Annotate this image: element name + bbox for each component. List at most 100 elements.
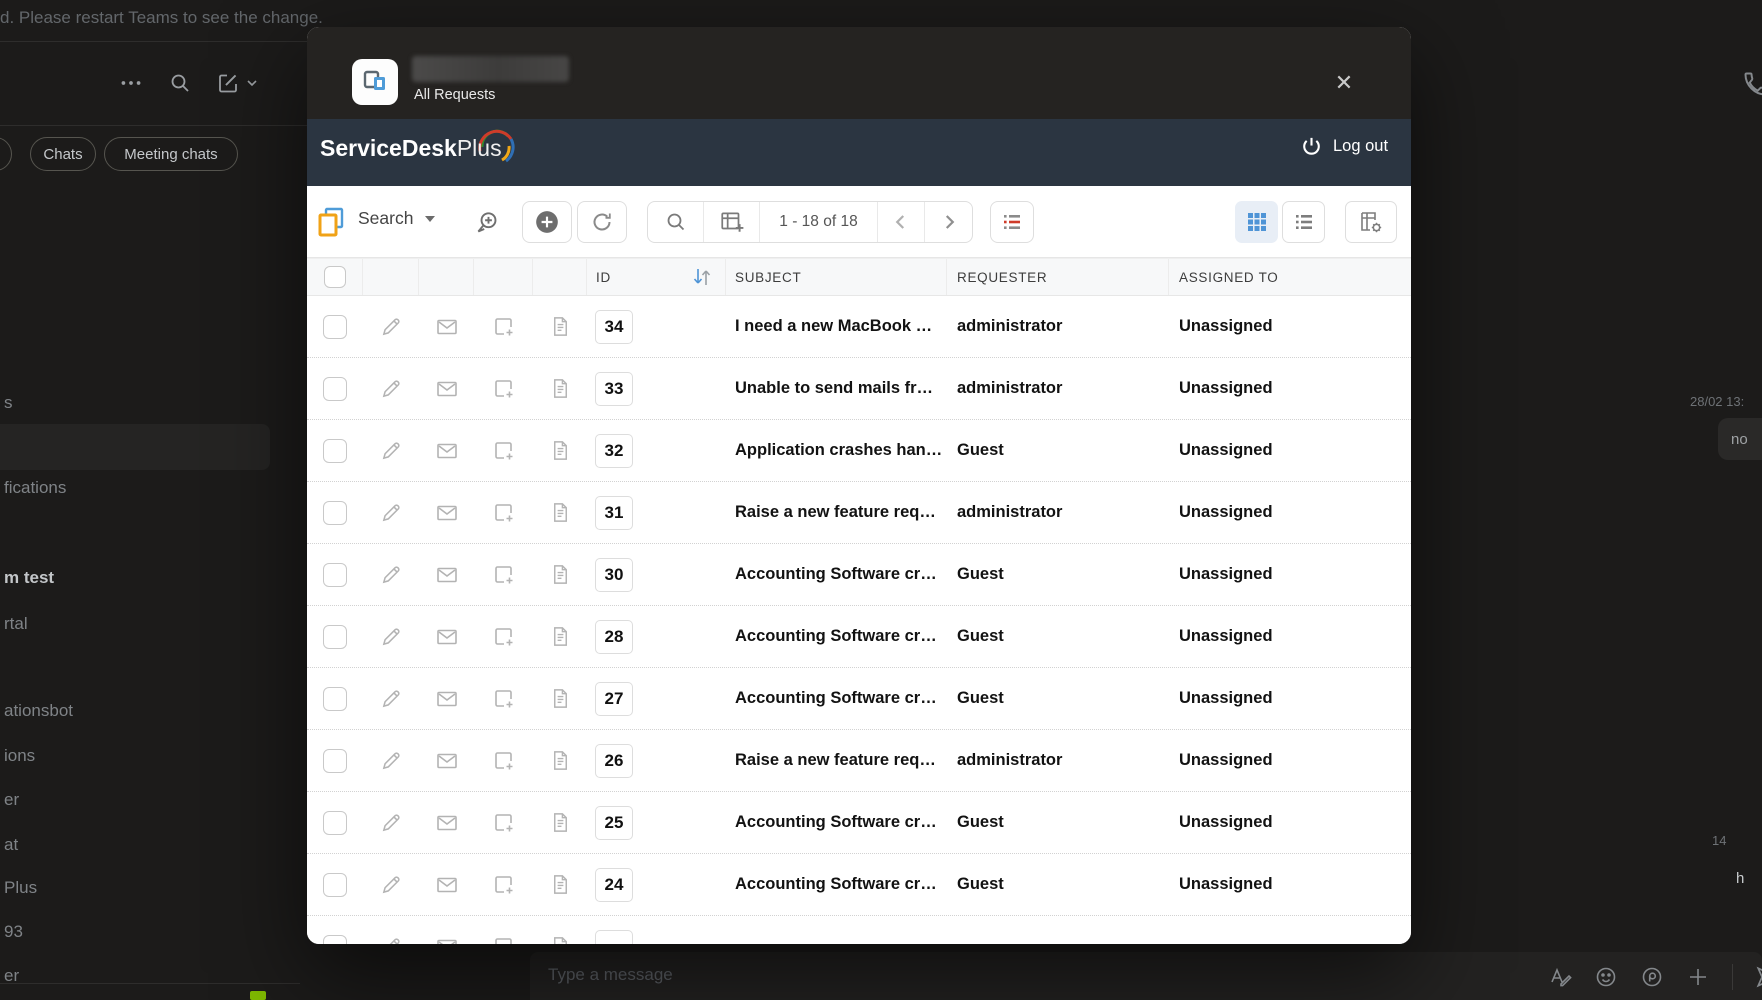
sidebar-item[interactable]: m test (4, 568, 54, 588)
document-icon[interactable] (549, 625, 572, 648)
edit-icon[interactable] (380, 935, 403, 944)
col-header-requester[interactable]: REQUESTER (947, 259, 1169, 295)
row-checkbox[interactable] (323, 438, 347, 463)
emoji-icon[interactable] (1594, 965, 1618, 989)
add-column-icon[interactable] (704, 202, 760, 242)
more-icon[interactable] (118, 70, 144, 96)
sidebar-selected-item[interactable] (0, 424, 270, 470)
tab-chats[interactable]: Chats (30, 137, 96, 171)
row-checkbox[interactable] (323, 934, 347, 944)
sidebar-item[interactable]: fications (4, 478, 66, 498)
select-all-checkbox[interactable] (323, 266, 346, 288)
add-note-icon[interactable] (492, 687, 516, 711)
table-row[interactable]: 24 Accounting Software cr… Guest Unassig… (307, 854, 1411, 916)
request-id[interactable]: 25 (595, 805, 633, 840)
mail-icon[interactable] (435, 377, 459, 401)
add-request-button[interactable] (522, 201, 572, 243)
request-id[interactable]: 32 (595, 433, 633, 468)
add-note-icon[interactable] (492, 439, 516, 463)
mail-icon[interactable] (435, 563, 459, 587)
list-view-toggle[interactable] (1282, 201, 1325, 243)
request-id[interactable]: 34 (595, 309, 633, 344)
sidebar-item[interactable]: er (4, 790, 19, 810)
grid-view-toggle[interactable] (1235, 201, 1278, 243)
document-icon[interactable] (549, 501, 572, 524)
phone-icon[interactable] (1742, 70, 1762, 98)
request-subject[interactable]: Accounting Software cr… (726, 544, 947, 605)
sidebar-item[interactable]: rtal (4, 614, 28, 634)
request-subject[interactable]: Accounting Software cr… (726, 792, 947, 853)
table-row[interactable]: 34 I need a new MacBook … administrator … (307, 296, 1411, 358)
mail-icon[interactable] (435, 749, 459, 773)
document-icon[interactable] (549, 563, 572, 586)
module-icon[interactable] (316, 206, 346, 238)
edit-icon[interactable] (380, 377, 403, 400)
mail-icon[interactable] (435, 811, 459, 835)
mail-icon[interactable] (435, 501, 459, 525)
advanced-search-icon[interactable] (475, 209, 502, 236)
request-subject[interactable]: Application crashes han… (726, 420, 947, 481)
add-note-icon[interactable] (492, 935, 516, 944)
sidebar-item[interactable]: 93 (4, 922, 23, 942)
table-row[interactable]: 28 Accounting Software cr… Guest Unassig… (307, 606, 1411, 668)
close-icon[interactable]: ✕ (1326, 65, 1362, 101)
request-id[interactable]: 24 (595, 867, 633, 902)
table-row[interactable]: 25 Accounting Software cr… Guest Unassig… (307, 792, 1411, 854)
document-icon[interactable] (549, 935, 572, 944)
request-id[interactable]: 27 (595, 681, 633, 716)
sidebar-item[interactable]: ions (4, 746, 35, 766)
refresh-button[interactable] (577, 201, 627, 243)
sort-icon[interactable] (691, 267, 713, 287)
request-id[interactable]: 26 (595, 743, 633, 778)
edit-icon[interactable] (380, 625, 403, 648)
column-settings-button[interactable] (1345, 201, 1397, 243)
prev-page-button[interactable] (878, 202, 925, 242)
col-header-assigned[interactable]: ASSIGNED TO (1169, 259, 1411, 295)
request-id[interactable]: 31 (595, 495, 633, 530)
search-list-icon[interactable] (648, 202, 704, 242)
request-subject[interactable]: Accounting Software cr… (726, 606, 947, 667)
document-icon[interactable] (549, 687, 572, 710)
document-icon[interactable] (549, 377, 572, 400)
row-checkbox[interactable] (323, 748, 347, 773)
add-note-icon[interactable] (492, 873, 516, 897)
request-subject[interactable]: Accounting Software cr… (726, 668, 947, 729)
mail-icon[interactable] (435, 625, 459, 649)
add-note-icon[interactable] (492, 811, 516, 835)
col-header-id[interactable]: ID (587, 259, 726, 295)
mail-icon[interactable] (435, 935, 459, 944)
request-id[interactable] (595, 929, 633, 944)
sidebar-item[interactable]: s (4, 393, 13, 413)
next-page-button[interactable] (925, 202, 972, 242)
request-id[interactable]: 33 (595, 371, 633, 406)
add-note-icon[interactable] (492, 749, 516, 773)
request-subject[interactable]: Raise a new feature req… (726, 482, 947, 543)
row-checkbox[interactable] (323, 872, 347, 897)
row-checkbox[interactable] (323, 562, 347, 587)
table-row[interactable]: 31 Raise a new feature req… administrato… (307, 482, 1411, 544)
document-icon[interactable] (549, 811, 572, 834)
edit-icon[interactable] (380, 563, 403, 586)
plus-icon[interactable] (1686, 965, 1710, 989)
request-subject[interactable]: Accounting Software cr… (726, 854, 947, 915)
mail-icon[interactable] (435, 439, 459, 463)
compose-icon[interactable] (216, 71, 258, 95)
request-subject[interactable] (726, 916, 947, 944)
edit-icon[interactable] (380, 439, 403, 462)
row-checkbox[interactable] (323, 686, 347, 711)
request-id[interactable]: 28 (595, 619, 633, 654)
table-row[interactable]: 30 Accounting Software cr… Guest Unassig… (307, 544, 1411, 606)
add-note-icon[interactable] (492, 315, 516, 339)
document-icon[interactable] (549, 315, 572, 338)
table-row[interactable]: 33 Unable to send mails fr… administrato… (307, 358, 1411, 420)
edit-icon[interactable] (380, 501, 403, 524)
tab-partial[interactable]: s (0, 137, 12, 171)
row-checkbox[interactable] (323, 624, 347, 649)
edit-icon[interactable] (380, 749, 403, 772)
row-checkbox[interactable] (323, 500, 347, 525)
document-icon[interactable] (549, 439, 572, 462)
table-row[interactable] (307, 916, 1411, 944)
send-icon[interactable] (1755, 964, 1762, 990)
logout-button[interactable]: Log out (1300, 135, 1388, 158)
edit-icon[interactable] (380, 315, 403, 338)
